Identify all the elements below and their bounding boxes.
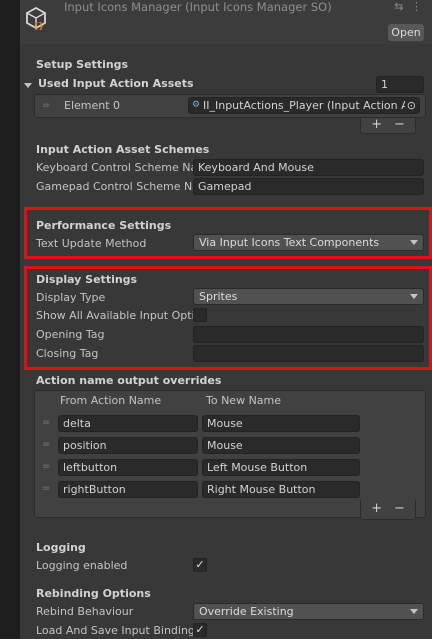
open-button[interactable]: Open	[388, 24, 424, 41]
rebinding-heading: Rebinding Options	[36, 587, 151, 600]
rebind-behaviour-dropdown[interactable]: Override Existing	[193, 603, 424, 620]
chevron-down-icon	[410, 240, 418, 245]
performance-heading: Performance Settings	[36, 219, 172, 232]
remove-element-button[interactable]: −	[394, 117, 405, 132]
used-assets-plus-minus: + −	[360, 118, 416, 134]
element-0-object-field[interactable]: ⚙ II_InputActions_Player (Input Action A…	[188, 97, 420, 114]
override-to-field[interactable]: Left Mouse Button	[202, 459, 360, 476]
used-assets-count-field[interactable]: 1	[376, 76, 424, 93]
add-element-button[interactable]: +	[371, 117, 382, 132]
to-new-name-column-header: To New Name	[206, 394, 282, 407]
load-save-bindings-checkbox[interactable]: ✓	[193, 623, 207, 637]
logging-enabled-checkbox[interactable]: ✓	[193, 558, 207, 572]
closing-tag-label: Closing Tag	[36, 347, 99, 360]
override-from-field[interactable]: rightButton	[58, 481, 198, 498]
gamepad-scheme-field[interactable]: Gamepad	[193, 178, 424, 195]
override-from-field[interactable]: delta	[58, 415, 198, 432]
gamepad-scheme-label: Gamepad Control Scheme Na	[36, 180, 199, 193]
override-from-field[interactable]: position	[58, 437, 198, 454]
from-action-column-header: From Action Name	[60, 394, 162, 407]
closing-tag-field[interactable]	[193, 345, 424, 362]
performance-highlight-box	[24, 207, 432, 259]
logging-enabled-label: Logging enabled	[36, 559, 128, 572]
load-save-bindings-label: Load And Save Input Binding (	[36, 624, 203, 637]
drag-handle-icon[interactable]: =	[42, 417, 50, 428]
add-override-button[interactable]: +	[371, 501, 382, 516]
overrides-list	[34, 390, 426, 518]
header-menu-icon[interactable]: ⇆ ⋮	[394, 0, 424, 13]
display-type-value: Sprites	[199, 290, 238, 303]
chevron-down-icon	[410, 294, 418, 299]
display-heading: Display Settings	[36, 273, 138, 286]
text-update-method-value: Via Input Icons Text Components	[199, 236, 380, 249]
override-from-field[interactable]: leftbutton	[58, 459, 198, 476]
keyboard-scheme-field[interactable]: Keyboard And Mouse	[193, 159, 424, 176]
logging-heading: Logging	[36, 541, 86, 554]
drag-handle-icon[interactable]: =	[42, 483, 50, 494]
drag-handle-icon[interactable]: =	[42, 439, 50, 450]
override-to-field[interactable]: Right Mouse Button	[202, 481, 360, 498]
drag-handle-icon[interactable]: =	[42, 100, 50, 111]
schemes-heading: Input Action Asset Schemes	[36, 143, 210, 156]
remove-override-button[interactable]: −	[394, 501, 405, 516]
opening-tag-label: Opening Tag	[36, 328, 105, 341]
show-all-options-checkbox[interactable]	[193, 308, 207, 322]
check-icon: ✓	[195, 623, 205, 636]
inspector-header: {} Input Icons Manager (Input Icons Mana…	[20, 0, 432, 44]
setup-settings-heading: Setup Settings	[36, 58, 129, 71]
display-type-label: Display Type	[36, 291, 106, 304]
foldout-arrow-icon[interactable]	[24, 83, 32, 88]
object-picker-icon[interactable]: ⊙	[404, 98, 416, 113]
override-to-field[interactable]: Mouse	[202, 437, 360, 454]
rebind-behaviour-label: Rebind Behaviour	[36, 605, 134, 618]
text-update-method-dropdown[interactable]: Via Input Icons Text Components	[193, 234, 424, 251]
keyboard-scheme-label: Keyboard Control Scheme Na	[36, 161, 198, 174]
input-icons-logo-icon: {}	[24, 6, 48, 32]
override-to-field[interactable]: Mouse	[202, 415, 360, 432]
show-all-options-label: Show All Available Input Optio	[36, 309, 202, 322]
inspector-title: Input Icons Manager (Input Icons Manager…	[64, 0, 332, 14]
opening-tag-field[interactable]	[193, 326, 424, 343]
overrides-heading: Action name output overrides	[36, 374, 222, 387]
check-icon: ✓	[195, 558, 205, 571]
text-update-method-label: Text Update Method	[36, 237, 147, 250]
input-action-asset-icon: ⚙	[192, 100, 201, 110]
element-0-label: Element 0	[64, 99, 121, 112]
drag-handle-icon[interactable]: =	[42, 461, 50, 472]
display-type-dropdown[interactable]: Sprites	[193, 288, 424, 305]
chevron-down-icon	[410, 609, 418, 614]
used-assets-label[interactable]: Used Input Action Assets	[38, 77, 194, 90]
rebind-behaviour-value: Override Existing	[199, 605, 294, 618]
overrides-plus-minus: + −	[360, 500, 416, 520]
element-0-value: II_InputActions_Player (Input Action As	[203, 99, 415, 112]
svg-text:{}: {}	[33, 22, 44, 30]
